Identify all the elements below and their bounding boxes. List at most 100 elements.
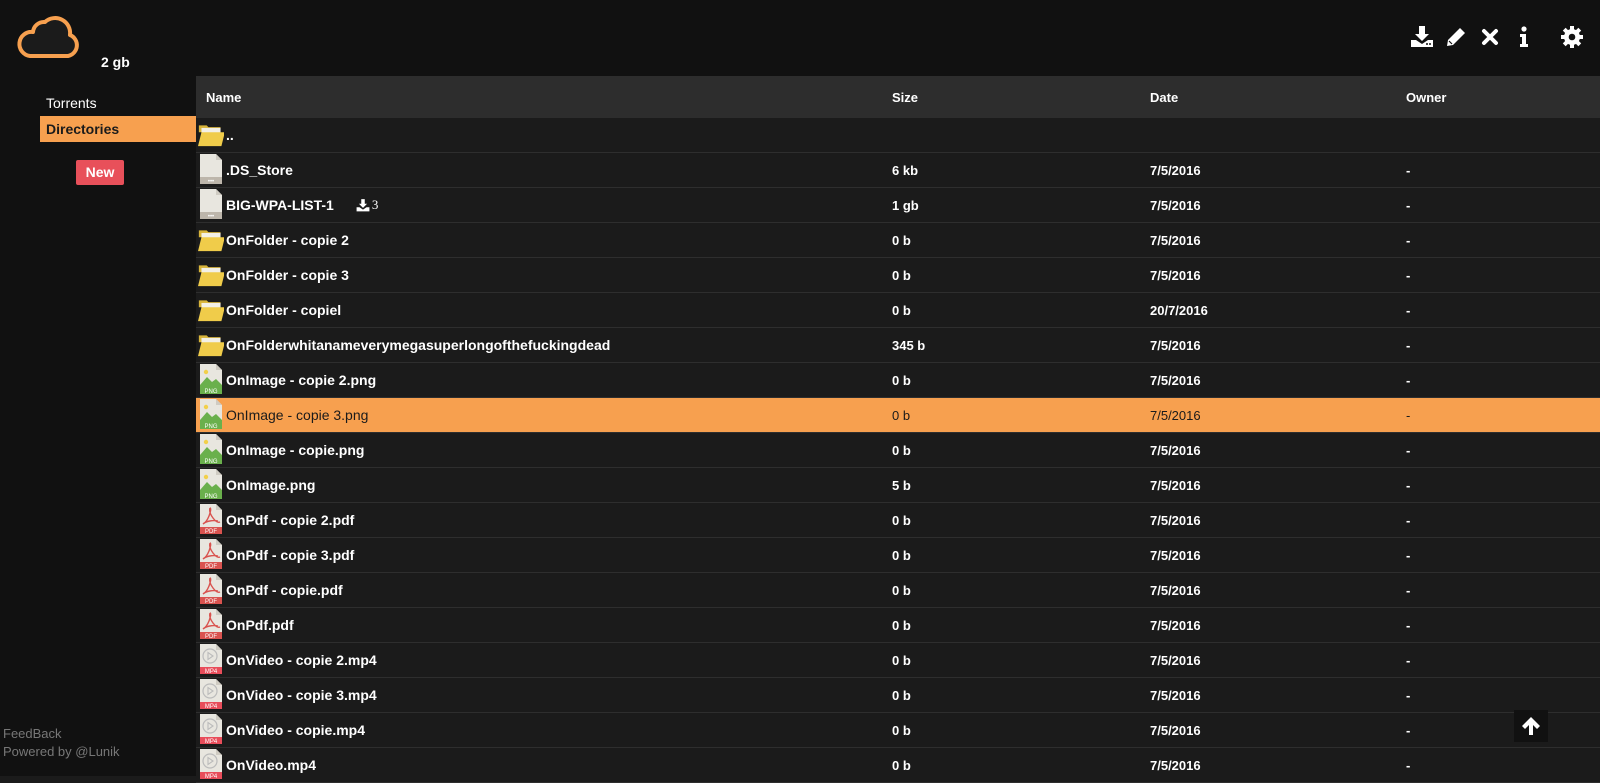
cell-size: 0 b [892,652,911,668]
pdf-file-icon: PDF [198,573,224,608]
cell-name: MP4 OnVideo.mp4 [196,748,886,783]
info-button[interactable] [1510,24,1538,50]
folder-icon [198,223,225,258]
png-file-icon: PNG [198,468,224,503]
top-bar: 2 gb [0,0,1600,76]
table-row[interactable]: PNG OnImage - copie.png 0 b 7/5/2016 - [196,433,1600,468]
settings-button[interactable] [1558,24,1586,50]
table-row[interactable]: OnFolder - copiel 0 b 20/7/2016 - [196,293,1600,328]
delete-button[interactable] [1476,24,1504,50]
column-header-size[interactable]: Size [886,90,1144,105]
table-row[interactable]: PDF OnPdf - copie.pdf 0 b 7/5/2016 - [196,573,1600,608]
cell-size: 0 b [892,547,911,563]
cell-size: 0 b [892,302,911,318]
sidebar-item-torrents[interactable]: Torrents [40,90,196,116]
cell-date: 7/5/2016 [1150,442,1201,458]
cell-name: PNG OnImage - copie.png [196,433,886,468]
file-name: OnFolderwhitanameverymegasuperlongofthef… [226,337,611,353]
file-name: OnImage.png [226,477,316,493]
table-row[interactable]: OnFolder - copie 3 0 b 7/5/2016 - [196,258,1600,293]
cell-name: OnFolder - copie 2 [196,223,886,258]
table-row[interactable]: .. [196,118,1600,153]
cell-date: 7/5/2016 [1150,372,1201,388]
download-icon [356,198,370,211]
svg-text:PDF: PDF [205,599,217,605]
table-row[interactable]: OnFolderwhitanameverymegasuperlongofthef… [196,328,1600,363]
file-name: OnPdf - copie 3.pdf [226,547,355,563]
cell-owner: - [1406,442,1411,458]
cell-size: 0 b [892,757,911,773]
feedback-link[interactable]: FeedBack [3,726,62,741]
rename-button[interactable] [1442,24,1470,50]
cell-owner: - [1406,477,1411,493]
svg-text:•••: ••• [208,214,214,220]
cell-name: OnFolderwhitanameverymegasuperlongofthef… [196,328,886,363]
file-table: Name Size Date Owner .. ••• .DS_Store 6 kb 7… [196,76,1600,783]
file-icon: ••• [198,188,224,223]
table-row[interactable]: PNG OnImage.png 5 b 7/5/2016 - [196,468,1600,503]
cell-date: 7/5/2016 [1150,267,1201,283]
cell-name: MP4 OnVideo - copie.mp4 [196,713,886,748]
sidebar: Torrents Directories New FeedBack Powere… [0,76,196,776]
folder-icon [198,328,225,363]
file-name: .. [226,127,234,143]
column-header-owner[interactable]: Owner [1400,90,1600,105]
svg-text:PDF: PDF [205,529,217,535]
cell-size: 0 b [892,617,911,633]
download-count: 3 [371,197,379,212]
cell-size: 0 b [892,232,911,248]
cell-owner: - [1406,722,1411,738]
download-count-badge: 3 [356,197,379,213]
cell-name: MP4 OnVideo - copie 2.mp4 [196,643,886,678]
svg-text:PDF: PDF [205,634,217,640]
table-row[interactable]: MP4 OnVideo - copie 2.mp4 0 b 7/5/2016 - [196,643,1600,678]
file-name: OnVideo - copie 3.mp4 [226,687,377,703]
new-button[interactable]: New [76,160,124,185]
table-row[interactable]: PDF OnPdf - copie 2.pdf 0 b 7/5/2016 - [196,503,1600,538]
cell-name: PDF OnPdf - copie 3.pdf [196,538,886,573]
powered-by-link[interactable]: Powered by @Lunik [3,744,120,759]
cell-size: 5 b [892,477,911,493]
cell-name: PNG OnImage.png [196,468,886,503]
table-row[interactable]: MP4 OnVideo - copie.mp4 0 b 7/5/2016 - [196,713,1600,748]
cell-owner: - [1406,337,1411,353]
table-row[interactable]: OnFolder - copie 2 0 b 7/5/2016 - [196,223,1600,258]
file-name: OnVideo.mp4 [226,757,316,773]
file-name: .DS_Store [226,162,293,178]
sidebar-item-directories[interactable]: Directories [40,116,196,142]
gear-icon [1561,26,1583,48]
file-name: OnVideo - copie.mp4 [226,722,365,738]
table-row[interactable]: PNG OnImage - copie 2.png 0 b 7/5/2016 - [196,363,1600,398]
cell-owner: - [1406,197,1411,213]
cell-size: 0 b [892,722,911,738]
scroll-top-button[interactable] [1514,710,1548,742]
table-row[interactable]: PDF OnPdf - copie 3.pdf 0 b 7/5/2016 - [196,538,1600,573]
table-header: Name Size Date Owner [196,76,1600,118]
table-row[interactable]: MP4 OnVideo.mp4 0 b 7/5/2016 - [196,748,1600,783]
cell-date: 7/5/2016 [1150,512,1201,528]
cell-size: 0 b [892,442,911,458]
cell-date: 7/5/2016 [1150,197,1201,213]
cell-size: 0 b [892,267,911,283]
cell-name: .. [196,118,886,153]
svg-text:PDF: PDF [205,564,217,570]
cell-size: 0 b [892,582,911,598]
cell-name: PDF OnPdf - copie.pdf [196,573,886,608]
table-row[interactable]: MP4 OnVideo - copie 3.mp4 0 b 7/5/2016 - [196,678,1600,713]
info-icon [1520,26,1528,47]
cell-name: PNG OnImage - copie 3.png [196,398,886,433]
table-row[interactable]: ••• BIG-WPA-LIST-1 3 1 gb 7/5/2016 - [196,188,1600,223]
cell-owner: - [1406,407,1411,423]
table-row[interactable]: PDF OnPdf.pdf 0 b 7/5/2016 - [196,608,1600,643]
table-row[interactable]: PNG OnImage - copie 3.png 0 b 7/5/2016 - [196,398,1600,433]
cloud-icon[interactable] [16,12,82,62]
cell-name: OnFolder - copiel [196,293,886,328]
svg-text:MP4: MP4 [205,739,218,745]
column-header-date[interactable]: Date [1144,90,1400,105]
file-name: OnPdf - copie.pdf [226,582,343,598]
file-name: OnPdf - copie 2.pdf [226,512,355,528]
table-row[interactable]: ••• .DS_Store 6 kb 7/5/2016 - [196,153,1600,188]
column-header-name[interactable]: Name [196,90,886,105]
cell-date: 7/5/2016 [1150,582,1201,598]
download-button[interactable] [1408,24,1436,50]
